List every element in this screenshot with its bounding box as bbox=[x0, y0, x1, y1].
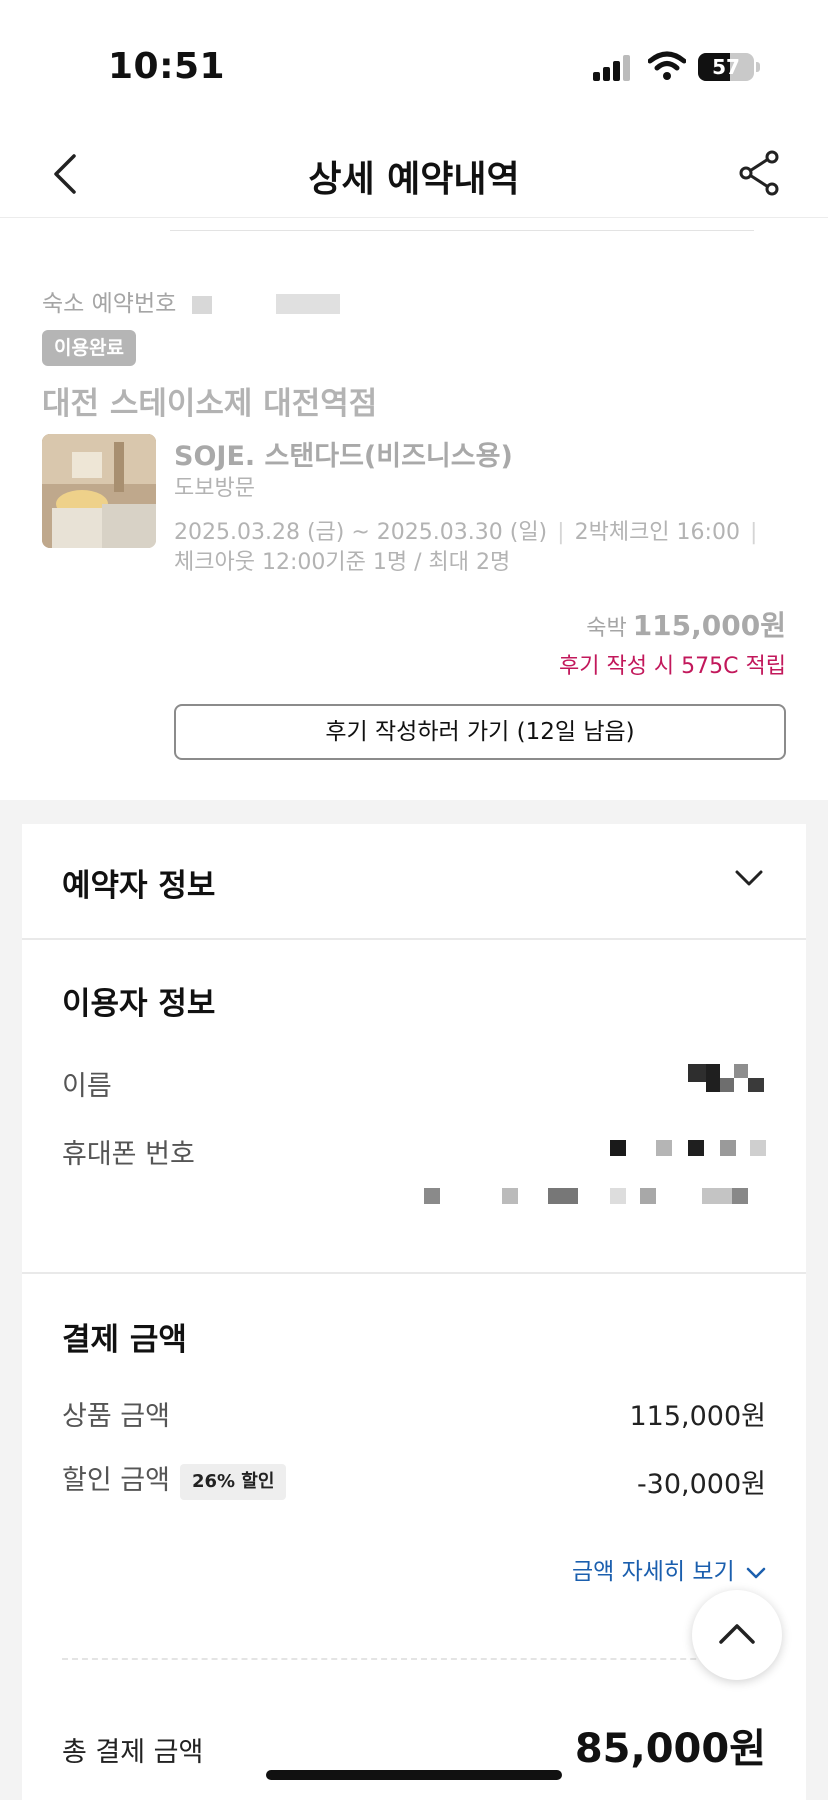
room-name: SOJE. 스탠다드(비즈니스용) bbox=[174, 441, 513, 472]
stay-dates-line: 2025.03.28 (금) ~ 2025.03.30 (일) | 2박체크인 16… bbox=[174, 520, 758, 545]
reservation-number-label: 숙소 예약번호 bbox=[42, 291, 177, 317]
room-photo bbox=[42, 434, 156, 548]
name-label: 이름 bbox=[62, 1071, 112, 1102]
masked-reservation-number bbox=[276, 294, 340, 314]
booker-info-title[interactable]: 예약자 정보 bbox=[62, 860, 215, 905]
divider bbox=[22, 938, 806, 940]
status-time: 10:51 bbox=[108, 46, 226, 87]
wifi-icon bbox=[648, 51, 686, 80]
price-amount: 115,000원 bbox=[632, 609, 786, 642]
battery-level: 57 bbox=[712, 55, 740, 79]
stay-nights: 2박 bbox=[574, 520, 609, 545]
price-label: 숙박 bbox=[586, 616, 627, 641]
dashed-divider bbox=[62, 1658, 766, 1660]
discount-amount-label: 할인 금액 bbox=[62, 1465, 170, 1496]
discount-amount-value: -30,000원 bbox=[636, 1469, 766, 1500]
hotel-name[interactable]: 대전 스테이소제 대전역점 bbox=[42, 378, 377, 423]
battery-icon: 57 bbox=[698, 53, 754, 81]
booking-summary: 숙소 예약번호 이용완료 대전 스테이소제 대전역점 SOJE. 스탠다드(비즈… bbox=[0, 218, 828, 800]
masked-reservation-number bbox=[192, 296, 212, 314]
home-indicator bbox=[266, 1770, 562, 1780]
discount-badge: 26% 할인 bbox=[179, 1463, 287, 1500]
chevron-down-icon bbox=[746, 1567, 766, 1578]
status-bar: 10:51 57 bbox=[0, 0, 828, 130]
write-review-button[interactable]: 후기 작성하러 가기 (12일 남음) bbox=[174, 704, 786, 760]
status-badge: 이용완료 bbox=[42, 330, 136, 366]
reservation-details-card: 예약자 정보 이용자 정보 이름 휴대폰 번호 결제 금액 상품 금액 115,… bbox=[22, 824, 806, 1800]
product-amount-value: 115,000원 bbox=[629, 1401, 767, 1432]
payment-title: 결제 금액 bbox=[62, 1322, 187, 1358]
checkin-time: 체크인 16:00 bbox=[608, 520, 740, 545]
total-payment-amount: 85,000원 bbox=[574, 1726, 766, 1772]
chevron-down-icon[interactable] bbox=[734, 868, 764, 888]
checkout-line: 체크아웃 12:00기준 1명 / 최대 2명 bbox=[174, 544, 510, 576]
phone-label: 휴대폰 번호 bbox=[62, 1139, 195, 1170]
visit-type: 도보방문 bbox=[174, 476, 255, 501]
page-title: 상세 예약내역 bbox=[308, 159, 520, 200]
divider bbox=[170, 230, 754, 231]
top-navigation-bar: 상세 예약내역 bbox=[0, 130, 828, 218]
total-payment-label: 총 결제 금액 bbox=[62, 1737, 204, 1768]
user-info-title: 이용자 정보 bbox=[62, 986, 216, 1022]
cellular-signal-icon bbox=[593, 55, 633, 81]
stay-dates: 2025.03.28 (금) ~ 2025.03.30 (일) bbox=[174, 520, 548, 545]
discount-row-label: 할인 금액 26% 할인 bbox=[62, 1458, 287, 1500]
stay-price: 숙박 115,000원 bbox=[586, 604, 786, 644]
share-icon[interactable] bbox=[734, 148, 784, 198]
occupancy: 기준 1명 / 최대 2명 bbox=[325, 550, 511, 575]
checkout-time: 체크아웃 12:00 bbox=[174, 550, 326, 575]
chevron-up-icon bbox=[719, 1624, 755, 1644]
divider bbox=[22, 1272, 806, 1274]
product-amount-label: 상품 금액 bbox=[62, 1401, 170, 1432]
amount-detail-link[interactable]: 금액 자세히 보기 bbox=[572, 1552, 766, 1586]
amount-detail-label: 금액 자세히 보기 bbox=[571, 1559, 735, 1585]
review-reward-text: 후기 작성 시 575C 적립 bbox=[558, 654, 786, 679]
scroll-to-top-button[interactable] bbox=[692, 1590, 782, 1680]
